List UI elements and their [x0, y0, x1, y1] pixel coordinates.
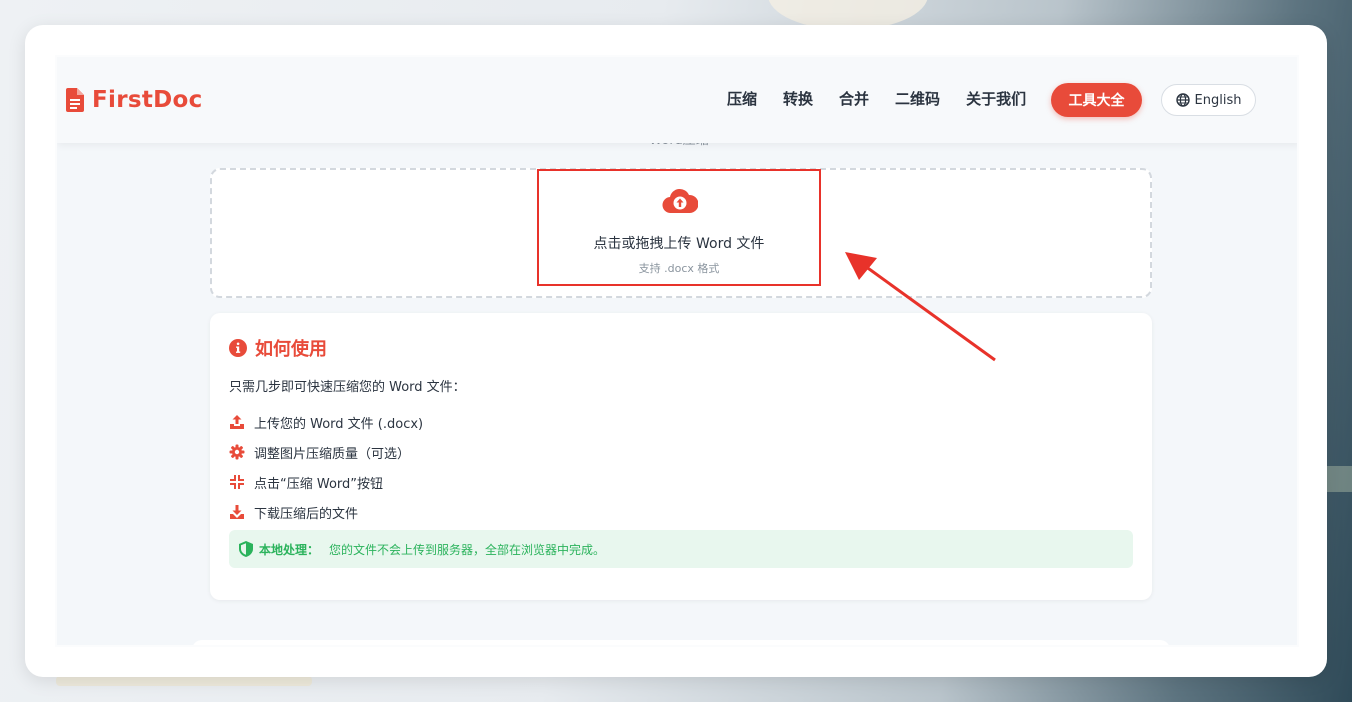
info-icon: [229, 339, 247, 357]
step-text: 下载压缩后的文件: [254, 506, 359, 522]
gear-icon: [229, 444, 245, 460]
compress-icon: [230, 475, 244, 489]
how-to-card: 如何使用 只需几步即可快速压缩您的 Word 文件： 上传您的 Word 文件 …: [210, 313, 1152, 600]
step-item: 点击“压缩 Word”按钮: [229, 467, 423, 497]
language-label: English: [1194, 92, 1242, 108]
step-item: 下载压缩后的文件: [229, 497, 423, 527]
local-processing-label: 本地处理：: [259, 542, 320, 557]
page-viewport: FirstDoc 压缩 转换 合并 二维码 关于我们 工具大全 English: [55, 55, 1299, 647]
file-document-icon: [66, 88, 84, 112]
browser-frame: FirstDoc 压缩 转换 合并 二维码 关于我们 工具大全 English: [25, 25, 1327, 677]
step-item: 调整图片压缩质量（可选）: [229, 437, 423, 467]
highlight-annotation: [537, 169, 821, 286]
nav-convert[interactable]: 转换: [783, 88, 813, 109]
logo[interactable]: FirstDoc: [66, 87, 203, 113]
site-header: FirstDoc 压缩 转换 合并 二维码 关于我们 工具大全 English: [57, 57, 1297, 143]
how-to-title: 如何使用: [255, 339, 327, 360]
nav-about[interactable]: 关于我们: [966, 88, 1026, 109]
step-text: 调整图片压缩质量（可选）: [254, 446, 411, 462]
tools-button[interactable]: 工具大全: [1051, 83, 1142, 117]
download-icon: [230, 505, 244, 519]
upload-icon: [230, 415, 244, 429]
step-item: 上传您的 Word 文件 (.docx): [229, 407, 423, 437]
language-button[interactable]: English: [1161, 84, 1256, 116]
step-text: 点击“压缩 Word”按钮: [254, 476, 384, 492]
main-nav: 压缩 转换 合并 二维码 关于我们: [727, 88, 1052, 109]
local-processing-note: 本地处理： 您的文件不会上传到服务器，全部在浏览器中完成。: [229, 530, 1133, 568]
shield-icon: [239, 541, 253, 557]
local-processing-text: 您的文件不会上传到服务器，全部在浏览器中完成。: [329, 542, 606, 557]
logo-text: FirstDoc: [92, 87, 203, 113]
nav-qrcode[interactable]: 二维码: [895, 88, 940, 109]
arrow-annotation-icon: [845, 252, 996, 362]
step-text: 上传您的 Word 文件 (.docx): [254, 416, 424, 432]
steps-list: 上传您的 Word 文件 (.docx) 调整图片压缩质量（可选） 点击“压缩 …: [229, 407, 423, 527]
background-bar: [56, 676, 312, 686]
nav-merge[interactable]: 合并: [839, 88, 869, 109]
how-to-heading: 如何使用: [229, 335, 327, 361]
globe-icon: [1175, 93, 1190, 107]
nav-compress[interactable]: 压缩: [727, 88, 757, 109]
next-section-card: [192, 640, 1170, 645]
how-to-intro: 只需几步即可快速压缩您的 Word 文件：: [229, 380, 466, 395]
